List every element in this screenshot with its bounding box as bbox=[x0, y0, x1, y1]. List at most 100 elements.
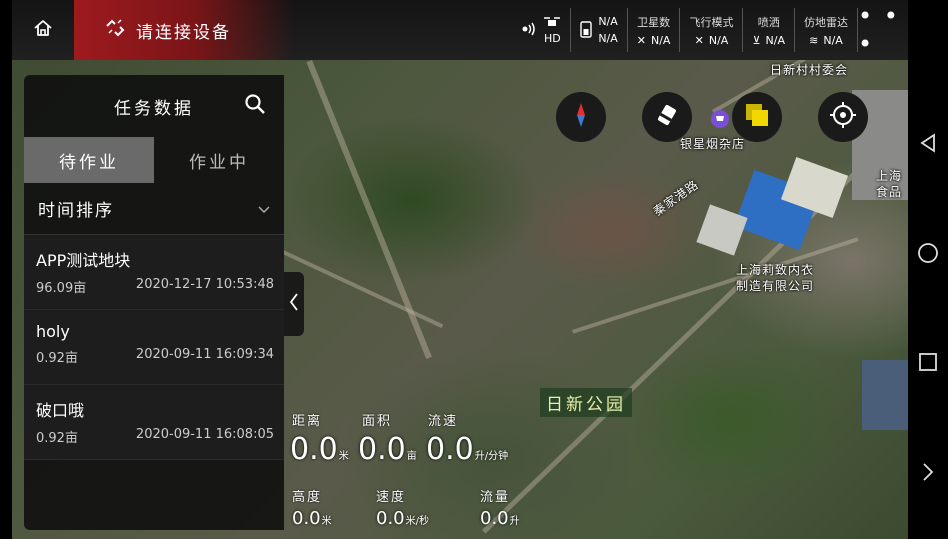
recents-button[interactable] bbox=[913, 349, 943, 379]
factory-label-line1: 上海莉致内衣 bbox=[736, 263, 815, 277]
food-label: 上海 食品 bbox=[876, 168, 902, 200]
height-label: 高度 bbox=[292, 490, 323, 505]
speed-label: 速度 bbox=[376, 490, 407, 505]
layers-icon bbox=[742, 100, 772, 134]
height-unit: 米 bbox=[321, 516, 332, 527]
spray-value: N/A bbox=[765, 33, 785, 47]
task-tabs: 待作业 作业中 bbox=[24, 137, 284, 183]
home-icon bbox=[32, 17, 54, 43]
battery-status: N/A N/A bbox=[571, 8, 628, 52]
radar-value: N/A bbox=[823, 33, 843, 47]
eraser-icon bbox=[654, 102, 680, 132]
back-button[interactable] bbox=[913, 130, 943, 160]
task-name: APP测试地块 bbox=[36, 251, 131, 270]
app-screen: 请连接设备 HD N/A N/A 卫星数 ✕ N/A 飞行模式 ✕ N/A 喷洒… bbox=[0, 0, 948, 539]
speed-number: 0.0 bbox=[376, 508, 405, 529]
area-number: 0.0 bbox=[358, 432, 406, 467]
home-circle-icon bbox=[917, 242, 939, 268]
compass-icon bbox=[566, 100, 596, 134]
battery-value-1: N/A bbox=[598, 15, 618, 28]
recents-icon bbox=[918, 352, 938, 376]
tab-pending[interactable]: 待作业 bbox=[24, 137, 154, 183]
battery-icon bbox=[580, 20, 593, 41]
satellite-label: 卫星数 bbox=[637, 15, 671, 29]
task-time: 2020-12-17 10:53:48 bbox=[135, 277, 274, 292]
area-value: 0.0亩 bbox=[358, 432, 417, 467]
flight-mode-label: 飞行模式 bbox=[689, 15, 734, 29]
back-icon bbox=[919, 133, 937, 157]
store-label: 银星烟杂店 bbox=[680, 137, 746, 151]
flow-label: 流量 bbox=[480, 490, 511, 505]
flow-number: 0.0 bbox=[480, 508, 509, 529]
expand-button[interactable] bbox=[913, 459, 943, 489]
connect-device-button[interactable]: 请连接设备 bbox=[74, 0, 294, 60]
task-time: 2020-09-11 16:08:05 bbox=[135, 427, 274, 442]
connect-label: 请连接设备 bbox=[136, 22, 231, 43]
task-name: holy bbox=[36, 322, 70, 341]
task-area: 96.09亩 bbox=[36, 281, 87, 296]
flight-mode-status: 飞行模式 ✕ N/A bbox=[680, 8, 744, 52]
distance-unit: 米 bbox=[338, 451, 349, 462]
task-item[interactable]: 破口哦 0.92亩 2020-09-11 16:08:05 bbox=[24, 385, 284, 460]
flight-icon: ✕ bbox=[694, 33, 704, 47]
status-readouts: HD N/A N/A 卫星数 ✕ N/A 飞行模式 ✕ N/A 喷洒 ⊻ N/A… bbox=[512, 0, 858, 60]
top-status-bar: 请连接设备 HD N/A N/A 卫星数 ✕ N/A 飞行模式 ✕ N/A 喷洒… bbox=[12, 0, 908, 60]
height-value: 0.0米 bbox=[292, 508, 332, 529]
flow-rate-value: 0.0升/分钟 bbox=[426, 432, 508, 467]
chevron-right-icon bbox=[922, 462, 934, 486]
distance-label: 距离 bbox=[292, 414, 323, 429]
compass-button[interactable] bbox=[556, 92, 606, 142]
task-area: 0.92亩 bbox=[36, 351, 78, 366]
remote-label: HD bbox=[543, 32, 561, 45]
distance-number: 0.0 bbox=[290, 432, 338, 467]
spray-label: 喷洒 bbox=[757, 15, 780, 29]
shop-icon bbox=[711, 110, 729, 128]
home-nav-button[interactable] bbox=[913, 240, 943, 270]
drone-icon bbox=[543, 15, 561, 32]
factory-label: 上海莉致内衣 制造有限公司 bbox=[736, 262, 814, 294]
battery-value-2: N/A bbox=[598, 32, 618, 45]
unlink-icon bbox=[104, 18, 126, 43]
satellite-icon: ✕ bbox=[636, 33, 646, 47]
flow-value: 0.0升 bbox=[480, 508, 520, 529]
speed-value: 0.0米/秒 bbox=[376, 508, 429, 529]
layers-button[interactable] bbox=[732, 92, 782, 142]
area-unit: 亩 bbox=[406, 451, 417, 462]
more-button[interactable]: • • • bbox=[858, 0, 908, 60]
task-area: 0.92亩 bbox=[36, 431, 78, 446]
task-item[interactable]: holy 0.92亩 2020-09-11 16:09:34 bbox=[24, 310, 284, 385]
chevron-down-icon bbox=[258, 199, 270, 219]
task-time: 2020-09-11 16:09:34 bbox=[135, 347, 274, 362]
chevron-left-icon bbox=[289, 292, 299, 316]
eraser-button[interactable] bbox=[642, 92, 692, 142]
flow-rate-label: 流速 bbox=[428, 414, 459, 429]
height-number: 0.0 bbox=[292, 508, 321, 529]
locate-button[interactable] bbox=[818, 92, 868, 142]
collapse-panel-button[interactable] bbox=[284, 272, 304, 336]
signal-icon bbox=[521, 22, 537, 39]
factory-label-line2: 制造有限公司 bbox=[736, 279, 815, 294]
tab-in-progress[interactable]: 作业中 bbox=[154, 137, 284, 183]
flow-rate-unit: 升/分钟 bbox=[474, 451, 509, 462]
panel-title: 任务数据 bbox=[114, 98, 194, 119]
system-nav-bar bbox=[908, 0, 948, 539]
speed-unit: 米/秒 bbox=[405, 516, 430, 527]
sort-label: 时间排序 bbox=[38, 201, 114, 221]
spray-status: 喷洒 ⊻ N/A bbox=[743, 8, 795, 52]
area-label: 面积 bbox=[362, 414, 393, 429]
flight-mode-value: N/A bbox=[708, 33, 729, 47]
sort-dropdown[interactable]: 时间排序 bbox=[24, 183, 284, 235]
distance-value: 0.0米 bbox=[290, 432, 349, 467]
search-icon[interactable] bbox=[244, 93, 266, 120]
park-label: 日新公园 bbox=[540, 388, 632, 417]
panel-header: 任务数据 bbox=[24, 75, 284, 137]
task-name: 破口哦 bbox=[36, 401, 85, 420]
home-button[interactable] bbox=[12, 0, 74, 60]
task-item[interactable]: APP测试地块 96.09亩 2020-12-17 10:53:48 bbox=[24, 235, 284, 310]
satellite-status: 卫星数 ✕ N/A bbox=[628, 8, 681, 52]
task-data-panel: 任务数据 待作业 作业中 时间排序 APP测试地块 96.09亩 2020-12… bbox=[24, 75, 284, 530]
flow-rate-number: 0.0 bbox=[426, 432, 474, 467]
flow-unit: 升 bbox=[509, 516, 520, 527]
food-label-line1: 上海 bbox=[876, 169, 903, 183]
village-label: 日新村村委会 bbox=[770, 63, 849, 77]
